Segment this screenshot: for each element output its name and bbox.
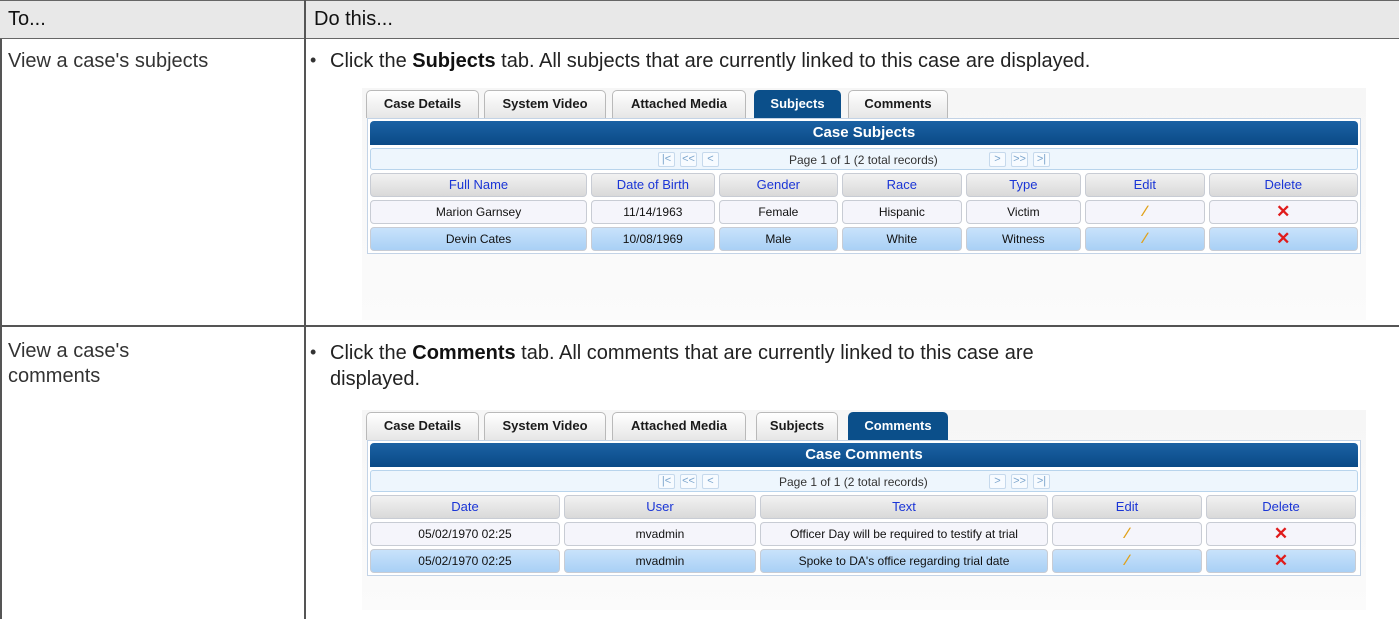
tab-attached-media[interactable]: Attached Media xyxy=(612,412,746,440)
cell-gender: Male xyxy=(718,227,839,251)
table-header: Full Name Date of Birth Gender Race Type… xyxy=(370,173,1358,197)
case-subjects-grid: Case Subjects |< << < Page 1 of 1 (2 tot… xyxy=(367,118,1361,254)
x-icon[interactable]: ✕ xyxy=(1274,524,1288,543)
case-tabs: Case Details System Video Attached Media… xyxy=(362,410,1366,440)
cell-text: Officer Day will be required to testify … xyxy=(760,522,1048,546)
tab-subjects[interactable]: Subjects xyxy=(756,412,838,440)
col-text[interactable]: Text xyxy=(760,495,1048,519)
x-icon[interactable]: ✕ xyxy=(1274,551,1288,570)
tab-comments[interactable]: Comments xyxy=(848,412,948,440)
tab-system-video[interactable]: System Video xyxy=(484,90,606,118)
header-to: To... xyxy=(8,8,46,30)
pencil-icon[interactable]: ∕ xyxy=(1126,525,1129,542)
table-row[interactable]: Devin Cates 10/08/1969 Male White Witnes… xyxy=(370,227,1358,251)
subjects-tab-reference: Subjects xyxy=(412,50,496,72)
last-page-button[interactable]: >| xyxy=(1033,152,1050,167)
col-user[interactable]: User xyxy=(564,495,756,519)
edit-button[interactable]: ∕ xyxy=(1085,227,1205,251)
col-type[interactable]: Type xyxy=(965,173,1082,197)
bullet: • xyxy=(310,50,317,70)
tab-comments[interactable]: Comments xyxy=(848,90,948,118)
table-header-row: To... Do this... xyxy=(0,0,1399,39)
cell-type: Witness xyxy=(965,227,1082,251)
grid-title: Case Comments xyxy=(370,443,1358,467)
tab-subjects[interactable]: Subjects xyxy=(754,90,841,118)
cell-gender: Female xyxy=(718,200,839,224)
col-race[interactable]: Race xyxy=(842,173,962,197)
bullet: • xyxy=(310,342,317,362)
cell-date: 05/02/1970 02:25 xyxy=(370,522,560,546)
delete-button[interactable]: ✕ xyxy=(1208,227,1358,251)
instruction-comments: Click the Comments tab. All comments tha… xyxy=(330,342,1034,390)
cell-full-name: Devin Cates xyxy=(370,227,588,251)
cell-full-name: Marion Garnsey xyxy=(370,200,588,224)
delete-button[interactable]: ✕ xyxy=(1208,200,1358,224)
prev-page-button[interactable]: < xyxy=(702,152,719,167)
pencil-icon[interactable]: ∕ xyxy=(1144,230,1147,247)
col-full-name[interactable]: Full Name xyxy=(370,173,588,197)
tab-case-details[interactable]: Case Details xyxy=(366,412,479,440)
cell-type: Victim xyxy=(965,200,1082,224)
x-icon[interactable]: ✕ xyxy=(1276,202,1290,221)
task-view-subjects: View a case's subjects xyxy=(8,50,209,72)
cell-race: White xyxy=(842,227,962,251)
pager: |< << < Page 1 of 1 (2 total records) > … xyxy=(370,470,1358,492)
comments-tab-reference: Comments xyxy=(412,342,516,364)
table-header: Date User Text Edit Delete xyxy=(370,495,1358,519)
instruction-subjects: Click the Subjects tab. All subjects tha… xyxy=(330,50,1091,72)
prev-page-group-button[interactable]: << xyxy=(680,474,697,489)
next-page-group-button[interactable]: >> xyxy=(1011,474,1028,489)
tab-system-video[interactable]: System Video xyxy=(484,412,606,440)
next-page-group-button[interactable]: >> xyxy=(1011,152,1028,167)
next-page-button[interactable]: > xyxy=(989,152,1006,167)
grid-title: Case Subjects xyxy=(370,121,1358,145)
edit-button[interactable]: ∕ xyxy=(1085,200,1205,224)
pager: |< << < Page 1 of 1 (2 total records) > … xyxy=(370,148,1358,170)
col-edit: Edit xyxy=(1052,495,1202,519)
table-row[interactable]: 05/02/1970 02:25 mvadmin Officer Day wil… xyxy=(370,522,1358,546)
pager-status: Page 1 of 1 (2 total records) xyxy=(789,153,938,167)
col-date-of-birth[interactable]: Date of Birth xyxy=(591,173,715,197)
cell-date-of-birth: 11/14/1963 xyxy=(591,200,715,224)
table-row[interactable]: 05/02/1970 02:25 mvadmin Spoke to DA's o… xyxy=(370,549,1358,573)
edit-button[interactable]: ∕ xyxy=(1052,549,1202,573)
cell-date-of-birth: 10/08/1969 xyxy=(591,227,715,251)
last-page-button[interactable]: >| xyxy=(1033,474,1050,489)
delete-button[interactable]: ✕ xyxy=(1206,522,1356,546)
column-divider xyxy=(304,0,306,619)
cell-user: mvadmin xyxy=(564,549,756,573)
cell-race: Hispanic xyxy=(842,200,962,224)
comments-screenshot: Case Details System Video Attached Media… xyxy=(362,410,1366,610)
case-tabs: Case Details System Video Attached Media… xyxy=(362,88,1366,118)
table-row[interactable]: Marion Garnsey 11/14/1963 Female Hispani… xyxy=(370,200,1358,224)
task-view-comments: View a case's comments xyxy=(8,340,130,387)
row-divider xyxy=(0,325,1399,327)
header-do-this: Do this... xyxy=(314,8,393,30)
col-gender[interactable]: Gender xyxy=(718,173,839,197)
cell-date: 05/02/1970 02:25 xyxy=(370,549,560,573)
col-edit: Edit xyxy=(1085,173,1205,197)
pencil-icon[interactable]: ∕ xyxy=(1144,203,1147,220)
col-date[interactable]: Date xyxy=(370,495,560,519)
col-delete: Delete xyxy=(1206,495,1356,519)
subjects-screenshot: Case Details System Video Attached Media… xyxy=(362,88,1366,320)
case-comments-grid: Case Comments |< << < Page 1 of 1 (2 tot… xyxy=(367,440,1361,576)
pager-status: Page 1 of 1 (2 total records) xyxy=(779,475,928,489)
prev-page-group-button[interactable]: << xyxy=(680,152,697,167)
tab-attached-media[interactable]: Attached Media xyxy=(612,90,746,118)
prev-page-button[interactable]: < xyxy=(702,474,719,489)
next-page-button[interactable]: > xyxy=(989,474,1006,489)
col-delete: Delete xyxy=(1208,173,1358,197)
pencil-icon[interactable]: ∕ xyxy=(1126,552,1129,569)
delete-button[interactable]: ✕ xyxy=(1206,549,1356,573)
cell-user: mvadmin xyxy=(564,522,756,546)
left-border xyxy=(0,39,2,619)
first-page-button[interactable]: |< xyxy=(658,152,675,167)
tab-case-details[interactable]: Case Details xyxy=(366,90,479,118)
cell-text: Spoke to DA's office regarding trial dat… xyxy=(760,549,1048,573)
x-icon[interactable]: ✕ xyxy=(1276,229,1290,248)
first-page-button[interactable]: |< xyxy=(658,474,675,489)
edit-button[interactable]: ∕ xyxy=(1052,522,1202,546)
